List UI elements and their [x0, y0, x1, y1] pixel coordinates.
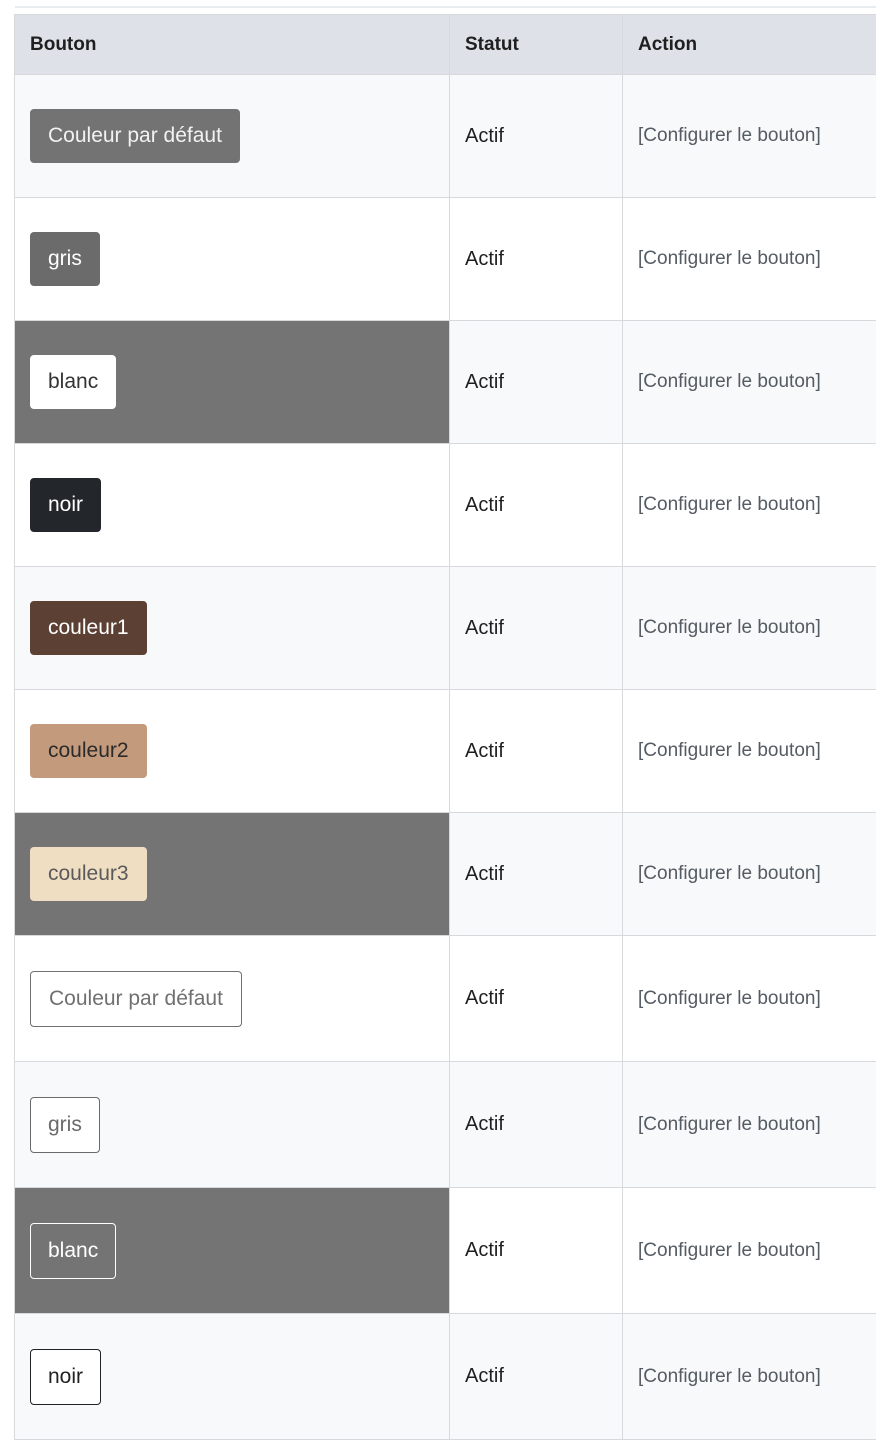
status-cell: Actif	[449, 1187, 623, 1314]
sample-button[interactable]: blanc	[30, 1222, 117, 1279]
sample-button[interactable]: couleur1	[30, 601, 147, 655]
button-cell: gris	[14, 1061, 450, 1188]
button-cell: couleur3	[14, 812, 450, 936]
button-cell: noir	[14, 443, 450, 567]
button-cell: noir	[14, 1313, 450, 1440]
table-header-row: Bouton Statut Action	[14, 14, 876, 75]
status-cell: Actif	[449, 74, 623, 198]
table-row: couleur2 Actif [Configurer le bouton]	[14, 689, 876, 813]
sample-button[interactable]: blanc	[30, 355, 117, 409]
configure-button-link[interactable]: [Configurer le bouton]	[622, 566, 876, 690]
configure-button-link[interactable]: [Configurer le bouton]	[622, 935, 876, 1062]
table-row: blanc Actif [Configurer le bouton]	[14, 1187, 876, 1314]
configure-button-link[interactable]: [Configurer le bouton]	[622, 197, 876, 321]
header-status: Statut	[449, 14, 623, 75]
table-row: noir Actif [Configurer le bouton]	[14, 443, 876, 567]
table-row: gris Actif [Configurer le bouton]	[14, 197, 876, 321]
header-action: Action	[622, 14, 876, 75]
status-cell: Actif	[449, 1061, 623, 1188]
button-cell: blanc	[14, 320, 450, 444]
table-row: Couleur par défaut Actif [Configurer le bo…	[14, 74, 876, 198]
status-cell: Actif	[449, 812, 623, 936]
status-cell: Actif	[449, 1313, 623, 1440]
sample-button[interactable]: gris	[30, 1096, 100, 1153]
button-cell: couleur2	[14, 689, 450, 813]
status-cell: Actif	[449, 197, 623, 321]
sample-button[interactable]: noir	[30, 1348, 102, 1405]
sample-button[interactable]: couleur2	[30, 724, 147, 778]
sample-button[interactable]: couleur3	[30, 847, 147, 901]
button-cell: Couleur par défaut	[14, 935, 450, 1062]
table-row: gris Actif [Configurer le bouton]	[14, 1061, 876, 1188]
table-row: couleur1 Actif [Configurer le bouton]	[14, 566, 876, 690]
button-cell: couleur1	[14, 566, 450, 690]
configure-button-link[interactable]: [Configurer le bouton]	[622, 812, 876, 936]
table-row: blanc Actif [Configurer le bouton]	[14, 320, 876, 444]
top-divider	[15, 6, 876, 8]
sample-button[interactable]: gris	[30, 232, 100, 286]
status-cell: Actif	[449, 566, 623, 690]
table-row: noir Actif [Configurer le bouton]	[14, 1313, 876, 1440]
status-cell: Actif	[449, 689, 623, 813]
status-cell: Actif	[449, 443, 623, 567]
button-cell: Couleur par défaut	[14, 74, 450, 198]
status-cell: Actif	[449, 320, 623, 444]
button-cell: blanc	[14, 1187, 450, 1314]
sample-button[interactable]: Couleur par défaut	[30, 970, 242, 1027]
configure-button-link[interactable]: [Configurer le bouton]	[622, 1187, 876, 1314]
sample-button[interactable]: Couleur par défaut	[30, 109, 240, 163]
table-row: couleur3 Actif [Configurer le bouton]	[14, 812, 876, 936]
configure-button-link[interactable]: [Configurer le bouton]	[622, 1313, 876, 1440]
configure-button-link[interactable]: [Configurer le bouton]	[622, 443, 876, 567]
configure-button-link[interactable]: [Configurer le bouton]	[622, 1061, 876, 1188]
table-row: Couleur par défaut Actif [Configurer le bo…	[14, 935, 876, 1062]
configure-button-link[interactable]: [Configurer le bouton]	[622, 74, 876, 198]
configure-button-link[interactable]: [Configurer le bouton]	[622, 689, 876, 813]
configure-button-link[interactable]: [Configurer le bouton]	[622, 320, 876, 444]
button-cell: gris	[14, 197, 450, 321]
status-cell: Actif	[449, 935, 623, 1062]
sample-button[interactable]: noir	[30, 478, 102, 532]
header-button: Bouton	[14, 14, 450, 75]
button-table: Bouton Statut Action Couleur par défaut A…	[14, 14, 876, 1440]
